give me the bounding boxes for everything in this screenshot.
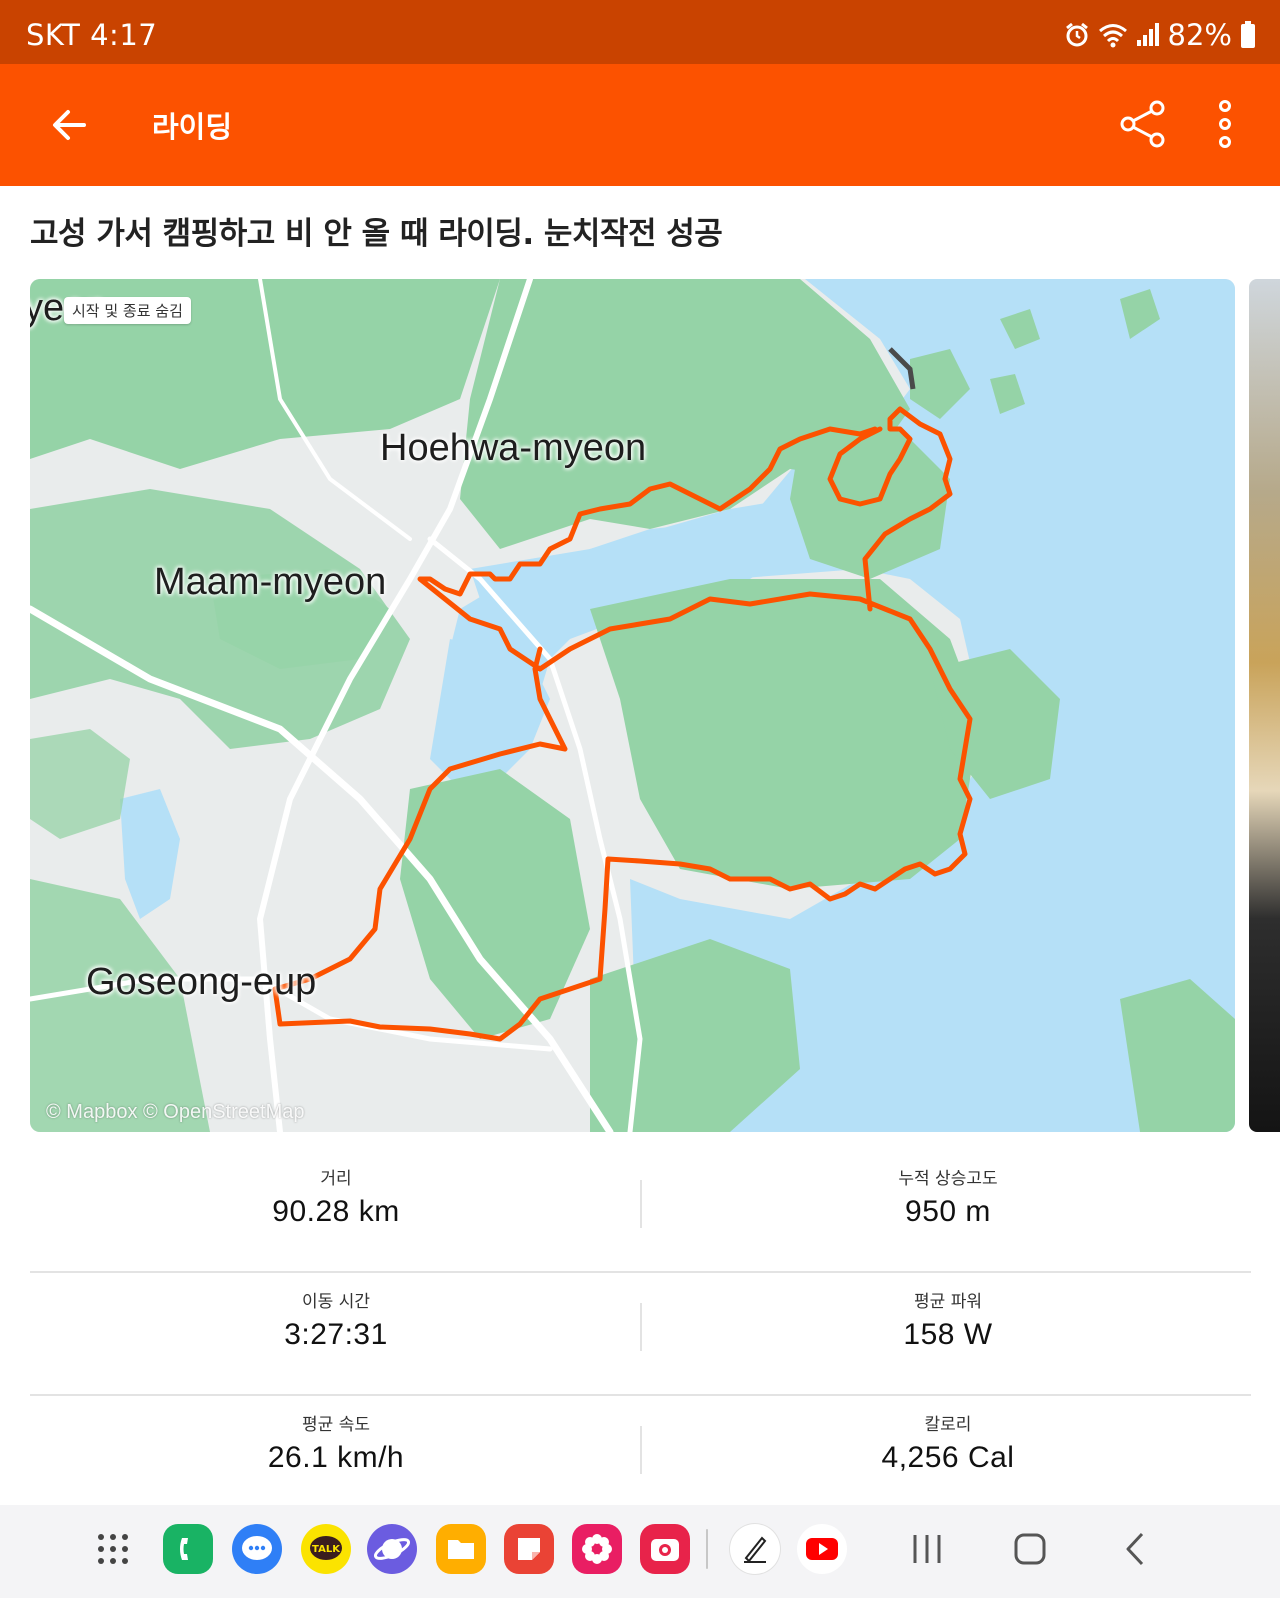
- alarm-icon: [1065, 22, 1088, 47]
- taskbar: TALK: [0, 1505, 1280, 1598]
- place-label-hoehwa: Hoehwa-myeon: [380, 427, 647, 469]
- share-button[interactable]: [1118, 98, 1170, 150]
- app-bar: 라이딩: [0, 64, 1280, 186]
- nav-back-button[interactable]: [1120, 1527, 1150, 1575]
- pen-app-icon[interactable]: [730, 1524, 780, 1574]
- stat-moving-time: 이동 시간 3:27:31: [30, 1273, 642, 1396]
- notes-app-icon[interactable]: [504, 1524, 554, 1574]
- activity-photo-peek[interactable]: [1249, 279, 1280, 1132]
- gallery-app-icon[interactable]: [572, 1524, 622, 1574]
- nav-back-icon: [1126, 1532, 1144, 1566]
- more-vert-icon: [1219, 100, 1231, 148]
- place-label-maam: Maam-myeon: [154, 561, 387, 603]
- stat-label: 이동 시간: [302, 1292, 370, 1312]
- share-icon: [1120, 100, 1165, 148]
- battery-icon: [1241, 21, 1255, 48]
- stat-row: 거리 90.28 km 누적 상승고도 950 m: [30, 1150, 1251, 1273]
- stat-average-power: 평균 파워 158 W: [642, 1273, 1254, 1396]
- stat-value: 90.28 km: [272, 1195, 400, 1228]
- stat-distance: 거리 90.28 km: [30, 1150, 642, 1273]
- taskbar-divider: [706, 1529, 708, 1569]
- hide-start-end-toggle[interactable]: 시작 및 종료 숨김: [64, 297, 191, 324]
- map-canvas: [30, 279, 1235, 1132]
- internet-app-icon[interactable]: [367, 1524, 417, 1574]
- battery-percent: 82%: [1167, 18, 1232, 52]
- activity-title: 고성 가서 캠핑하고 비 안 올 때 라이딩. 눈치작전 성공: [30, 216, 723, 252]
- stat-row: 이동 시간 3:27:31 평균 파워 158 W: [30, 1273, 1251, 1396]
- my-files-app-icon[interactable]: [436, 1524, 486, 1574]
- stat-label: 거리: [320, 1169, 352, 1189]
- recents-icon: [913, 1535, 941, 1563]
- page-title: 라이딩: [152, 110, 233, 144]
- kakao-talk-label: TALK: [312, 1544, 341, 1555]
- back-arrow-icon: [53, 110, 86, 140]
- stat-value: 3:27:31: [284, 1318, 388, 1351]
- home-button[interactable]: [1012, 1527, 1048, 1575]
- map-attribution[interactable]: © Mapbox © OpenStreetMap: [46, 1101, 305, 1124]
- camera-app-icon[interactable]: [640, 1524, 690, 1574]
- route-map[interactable]: Hoehwa-myeon Maam-myeon Goseong-eup yeon…: [30, 279, 1235, 1132]
- stat-label: 평균 속도: [302, 1415, 370, 1435]
- stat-elevation-gain: 누적 상승고도 950 m: [642, 1150, 1254, 1273]
- status-icons: 82%: [1064, 18, 1256, 52]
- signal-icon: [1136, 23, 1159, 46]
- app-root: SKT 4:17 82% 라이딩 고성 가서 캠핑하고 비 안 올 때 라이딩.…: [0, 0, 1280, 1598]
- stat-calories: 칼로리 4,256 Cal: [642, 1396, 1254, 1519]
- status-bar: SKT 4:17 82%: [0, 0, 1280, 64]
- stat-value: 950 m: [905, 1195, 991, 1228]
- stat-value: 26.1 km/h: [267, 1441, 405, 1474]
- place-label-goseong: Goseong-eup: [86, 961, 317, 1003]
- recents-button[interactable]: [910, 1527, 944, 1575]
- youtube-app-icon[interactable]: [797, 1524, 847, 1574]
- stat-label: 평균 파워: [914, 1292, 982, 1312]
- messages-app-icon[interactable]: [232, 1524, 282, 1574]
- home-icon: [1014, 1533, 1046, 1565]
- back-button[interactable]: [44, 100, 94, 150]
- phone-app-icon[interactable]: [163, 1524, 213, 1574]
- stat-value: 4,256 Cal: [881, 1441, 1015, 1474]
- wifi-icon: [1098, 24, 1127, 48]
- stat-label: 누적 상승고도: [898, 1169, 998, 1189]
- stat-average-speed: 평균 속도 26.1 km/h: [30, 1396, 642, 1519]
- stats-grid: 거리 90.28 km 누적 상승고도 950 m 이동 시간 3:27:31 …: [30, 1150, 1251, 1519]
- stat-value: 158 W: [903, 1318, 993, 1351]
- stat-label: 칼로리: [924, 1415, 972, 1435]
- app-drawer-icon[interactable]: [88, 1524, 138, 1574]
- stat-row: 평균 속도 26.1 km/h 칼로리 4,256 Cal: [30, 1396, 1251, 1519]
- kakaotalk-app-icon[interactable]: TALK: [301, 1524, 351, 1574]
- carrier-time: SKT 4:17: [26, 18, 158, 52]
- more-options-button[interactable]: [1210, 98, 1240, 150]
